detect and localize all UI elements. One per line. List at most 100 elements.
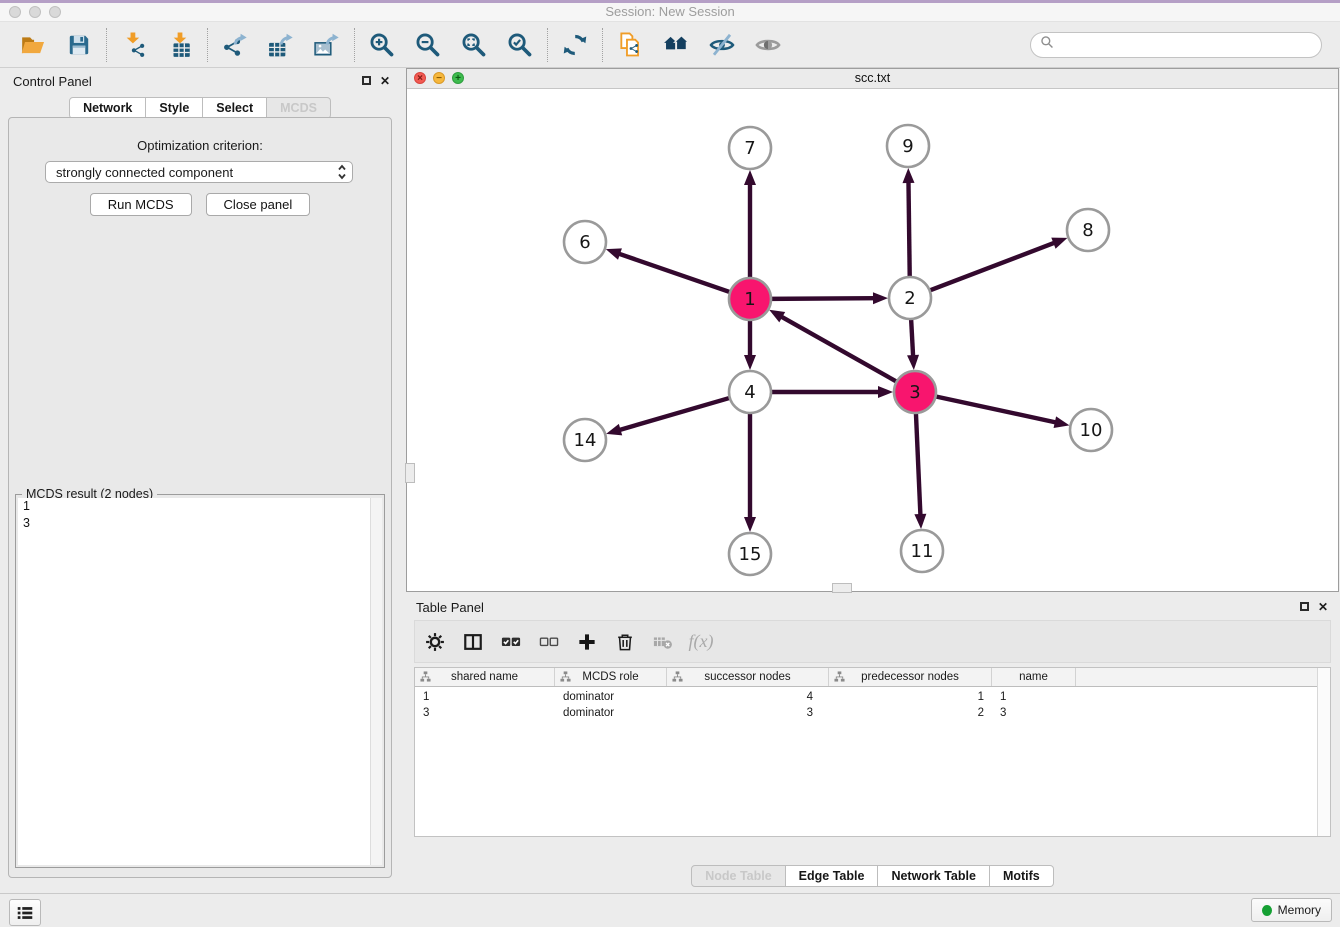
graph-edge-arrowhead bbox=[606, 424, 622, 436]
float-panel-icon[interactable] bbox=[362, 76, 371, 85]
close-panel-icon[interactable]: ✕ bbox=[380, 75, 390, 87]
toolbar-group bbox=[109, 30, 205, 60]
cell-shared-name: 1 bbox=[415, 691, 555, 703]
graph-edge-2-3[interactable] bbox=[911, 317, 913, 357]
table-settings-icon[interactable] bbox=[424, 630, 446, 654]
graph-edge-1-2[interactable] bbox=[769, 298, 875, 299]
graph-edge-2-8[interactable] bbox=[928, 242, 1056, 291]
network-window-controls: ×−+ bbox=[414, 72, 464, 84]
desktop-background-edge bbox=[0, 0, 1340, 3]
graph-edge-arrowhead bbox=[914, 514, 926, 529]
table-panel-title: Table Panel bbox=[416, 600, 484, 615]
network-from-selection-icon[interactable] bbox=[615, 30, 645, 60]
cell-predecessor-nodes: 2 bbox=[829, 707, 992, 719]
graph-edge-3-1[interactable] bbox=[780, 316, 898, 382]
select-all-rows-icon[interactable] bbox=[500, 630, 522, 654]
memory-label: Memory bbox=[1278, 903, 1321, 917]
table-row[interactable]: 3dominator323 bbox=[415, 705, 1330, 721]
show-panels-button[interactable] bbox=[9, 899, 41, 926]
result-scrollbar[interactable] bbox=[370, 498, 382, 865]
hide-selected-icon[interactable] bbox=[707, 30, 737, 60]
column-header-mcds-role[interactable]: MCDS role bbox=[555, 668, 667, 686]
tab-select[interactable]: Select bbox=[203, 97, 267, 119]
tab-style[interactable]: Style bbox=[146, 97, 203, 119]
column-header-predecessor-nodes[interactable]: predecessor nodes bbox=[829, 668, 992, 686]
zoom-in-icon[interactable] bbox=[367, 30, 397, 60]
network-view-window: ×−+ scc.txt 7968124314101511 bbox=[406, 68, 1339, 592]
network-window-titlebar: ×−+ scc.txt bbox=[407, 69, 1338, 89]
graph-edge-4-14[interactable] bbox=[619, 397, 732, 430]
tab-mcds[interactable]: MCDS bbox=[267, 97, 331, 119]
table-toolbar: f(x) bbox=[414, 620, 1331, 663]
minimize-view-button[interactable]: − bbox=[433, 72, 445, 84]
cell-successor-nodes: 3 bbox=[667, 707, 829, 719]
export-network-icon[interactable] bbox=[220, 30, 250, 60]
close-view-button[interactable]: × bbox=[414, 72, 426, 84]
panel-resize-grip-bottom[interactable] bbox=[832, 583, 852, 593]
import-table-icon[interactable] bbox=[165, 30, 195, 60]
column-header-shared-name[interactable]: shared name bbox=[415, 668, 555, 686]
export-table-icon[interactable] bbox=[266, 30, 296, 60]
cell-shared-name: 3 bbox=[415, 707, 555, 719]
table-tabs: Node TableEdge TableNetwork TableMotifs bbox=[406, 865, 1339, 887]
split-view-icon[interactable] bbox=[462, 630, 484, 654]
column-header-name[interactable]: name bbox=[992, 668, 1076, 686]
float-table-panel-icon[interactable] bbox=[1300, 602, 1309, 611]
search-box[interactable] bbox=[1030, 32, 1322, 58]
export-image-icon[interactable] bbox=[312, 30, 342, 60]
delete-row-icon[interactable] bbox=[614, 630, 636, 654]
memory-button[interactable]: Memory bbox=[1251, 898, 1332, 922]
toolbar-separator bbox=[106, 28, 107, 62]
table-panel: Table Panel ✕ f(x) shared nameMCDS roles… bbox=[406, 595, 1339, 890]
zoom-fit-icon[interactable] bbox=[459, 30, 489, 60]
graph-edge-arrowhead bbox=[1051, 238, 1067, 249]
mcds-result-list[interactable]: 13 bbox=[18, 498, 382, 865]
cell-name: 1 bbox=[992, 691, 1076, 703]
panel-resize-grip-left[interactable] bbox=[405, 463, 415, 483]
column-header-filler bbox=[1076, 668, 1330, 686]
table-scrollbar[interactable] bbox=[1317, 668, 1330, 836]
add-column-icon[interactable] bbox=[576, 630, 598, 654]
zoom-out-icon[interactable] bbox=[413, 30, 443, 60]
main-toolbar bbox=[0, 22, 1340, 68]
column-header-successor-nodes[interactable]: successor nodes bbox=[667, 668, 829, 686]
close-mcds-panel-button[interactable]: Close panel bbox=[206, 193, 311, 216]
refresh-icon[interactable] bbox=[560, 30, 590, 60]
minimize-window-button[interactable] bbox=[29, 6, 41, 18]
graph-edge-2-9[interactable] bbox=[908, 181, 909, 279]
network-canvas[interactable]: 7968124314101511 bbox=[407, 89, 1338, 591]
first-neighbors-icon[interactable] bbox=[661, 30, 691, 60]
zoom-window-button[interactable] bbox=[49, 6, 61, 18]
tab-motifs[interactable]: Motifs bbox=[990, 865, 1054, 887]
open-file-icon[interactable] bbox=[18, 30, 48, 60]
graph-edge-3-11[interactable] bbox=[916, 411, 921, 516]
toolbar-separator bbox=[602, 28, 603, 62]
column-hierarchy-icon bbox=[672, 671, 683, 685]
close-window-button[interactable] bbox=[9, 6, 21, 18]
toolbar-group bbox=[210, 30, 352, 60]
save-session-icon[interactable] bbox=[64, 30, 94, 60]
cell-mcds-role: dominator bbox=[555, 691, 667, 703]
graph-node-label: 2 bbox=[904, 288, 915, 309]
toolbar-button-groups bbox=[8, 28, 793, 62]
graph-edge-3-10[interactable] bbox=[934, 396, 1057, 423]
tab-network-table[interactable]: Network Table bbox=[878, 865, 990, 887]
graph-edge-arrowhead bbox=[873, 292, 888, 304]
mcds-result-node: 1 bbox=[18, 498, 382, 515]
toolbar-group bbox=[357, 30, 545, 60]
table-row[interactable]: 1dominator411 bbox=[415, 689, 1330, 705]
run-mcds-button[interactable]: Run MCDS bbox=[90, 193, 192, 216]
zoom-selected-icon[interactable] bbox=[505, 30, 535, 60]
zoom-view-button[interactable]: + bbox=[452, 72, 464, 84]
tab-edge-table[interactable]: Edge Table bbox=[786, 865, 879, 887]
deselect-all-rows-icon[interactable] bbox=[538, 630, 560, 654]
tab-network[interactable]: Network bbox=[69, 97, 146, 119]
close-table-panel-icon[interactable]: ✕ bbox=[1318, 601, 1328, 613]
tab-node-table[interactable]: Node Table bbox=[691, 865, 785, 887]
optimization-criterion-select[interactable]: strongly connected component bbox=[45, 161, 353, 183]
cell-predecessor-nodes: 1 bbox=[829, 691, 992, 703]
import-network-icon[interactable] bbox=[119, 30, 149, 60]
network-graph[interactable]: 7968124314101511 bbox=[407, 89, 1338, 592]
graph-edge-1-6[interactable] bbox=[618, 253, 732, 292]
search-input[interactable] bbox=[1060, 36, 1312, 53]
